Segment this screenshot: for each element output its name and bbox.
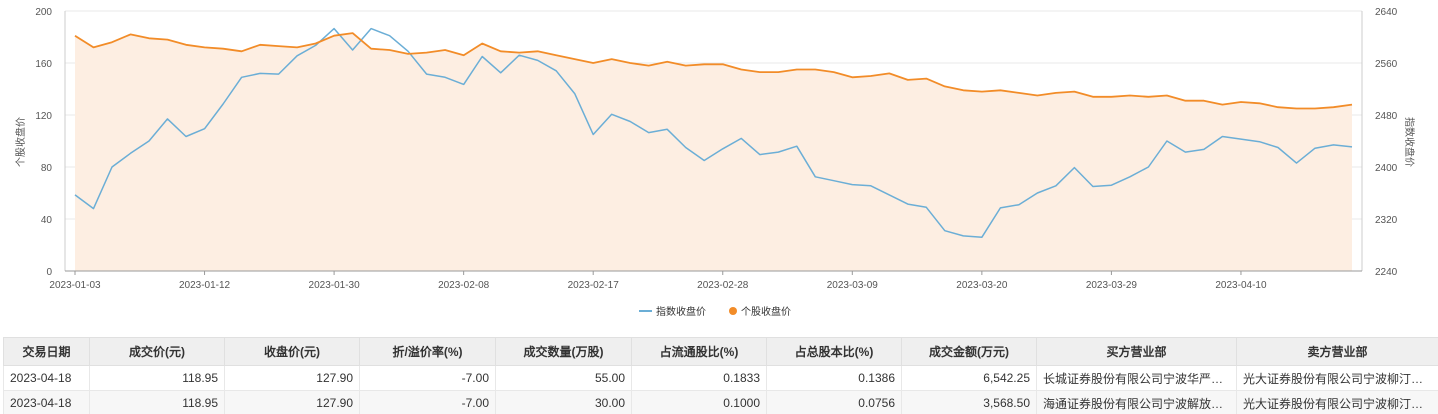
table-row[interactable]: 2023-04-18 118.95 127.90 -7.00 55.00 0.1… [3,365,1438,391]
cell-amount: 3,568.50 [901,390,1037,414]
y-right-tick-label: 2480 [1375,111,1398,122]
table-header-row: 交易日期 成交价(元) 收盘价(元) 折/溢价率(%) 成交数量(万股) 占流通… [3,337,1438,366]
block-trade-table: 交易日期 成交价(元) 收盘价(元) 折/溢价率(%) 成交数量(万股) 占流通… [3,337,1438,414]
cell-trade-date: 2023-04-18 [3,365,90,391]
table-row[interactable]: 2023-04-18 118.95 127.90 -7.00 30.00 0.1… [3,390,1438,414]
legend-stock-swatch [729,307,737,315]
cell-seller: 光大证券股份有限公司宁波柳汀街… [1236,365,1438,391]
legend-stock-label[interactable]: 个股收盘价 [741,305,791,318]
col-trade-date[interactable]: 交易日期 [3,337,90,366]
x-tick-label: 2023-01-30 [309,280,361,291]
x-tick-label: 2023-02-17 [568,280,620,291]
cell-volume: 55.00 [495,365,632,391]
cell-amount: 6,542.25 [901,365,1037,391]
cell-premium-rate: -7.00 [359,365,496,391]
y-left-tick-label: 120 [35,111,52,122]
y-left-tick-label: 200 [35,7,52,18]
x-tick-label: 2023-02-28 [697,280,749,291]
y-right-tick-label: 2560 [1375,59,1398,70]
col-close-price[interactable]: 收盘价(元) [224,337,360,366]
chart-area: 0 2240 40 2320 80 2400 120 2480 160 2560 200 2640 20… [0,0,1438,334]
cell-float-ratio: 0.1000 [631,390,767,414]
col-float-ratio[interactable]: 占流通股比(%) [631,337,767,366]
stock-area-fill [75,33,1352,271]
cell-buyer: 长城证券股份有限公司宁波华严街… [1036,365,1237,391]
y-left-tick-label: 0 [46,267,52,278]
cell-seller: 光大证券股份有限公司宁波柳汀街… [1236,390,1438,414]
cell-float-ratio: 0.1833 [631,365,767,391]
col-total-ratio[interactable]: 占总股本比(%) [766,337,902,366]
y-right-axis-title: 指数收盘价 [1403,117,1416,167]
cell-trade-date: 2023-04-18 [3,390,90,414]
cell-volume: 30.00 [495,390,632,414]
y-right-tick-label: 2640 [1375,7,1398,18]
legend-index-label[interactable]: 指数收盘价 [656,305,706,318]
cell-buyer: 海通证券股份有限公司宁波解放北… [1036,390,1237,414]
y-left-tick-label: 40 [41,215,53,226]
col-trade-price[interactable]: 成交价(元) [89,337,225,366]
col-volume[interactable]: 成交数量(万股) [495,337,632,366]
col-amount[interactable]: 成交金额(万元) [901,337,1037,366]
cell-total-ratio: 0.0756 [766,390,902,414]
x-tick-label: 2023-02-08 [438,280,490,291]
cell-trade-price: 118.95 [89,365,225,391]
x-tick-label: 2023-01-03 [49,280,101,291]
col-seller[interactable]: 卖方营业部 [1236,337,1438,366]
line-chart: 0 2240 40 2320 80 2400 120 2480 160 2560 200 2640 20… [14,7,1416,318]
cell-close-price: 127.90 [224,365,360,391]
cell-total-ratio: 0.1386 [766,365,902,391]
col-premium-rate[interactable]: 折/溢价率(%) [359,337,496,366]
y-right-tick-label: 2240 [1375,267,1398,278]
x-tick-label: 2023-01-12 [179,280,231,291]
x-tick-label: 2023-04-10 [1215,280,1267,291]
x-tick-label: 2023-03-20 [956,280,1008,291]
y-right-tick-label: 2320 [1375,215,1398,226]
col-buyer[interactable]: 买方营业部 [1036,337,1237,366]
y-right-tick-label: 2400 [1375,163,1398,174]
cell-premium-rate: -7.00 [359,390,496,414]
chart-legend[interactable]: 指数收盘价 个股收盘价 [639,305,791,318]
cell-close-price: 127.90 [224,390,360,414]
y-left-axis-title: 个股收盘价 [14,117,27,167]
y-left-tick-label: 80 [41,163,53,174]
cell-trade-price: 118.95 [89,390,225,414]
x-tick-label: 2023-03-29 [1086,280,1138,291]
y-left-tick-label: 160 [35,59,52,70]
x-tick-label: 2023-03-09 [827,280,879,291]
